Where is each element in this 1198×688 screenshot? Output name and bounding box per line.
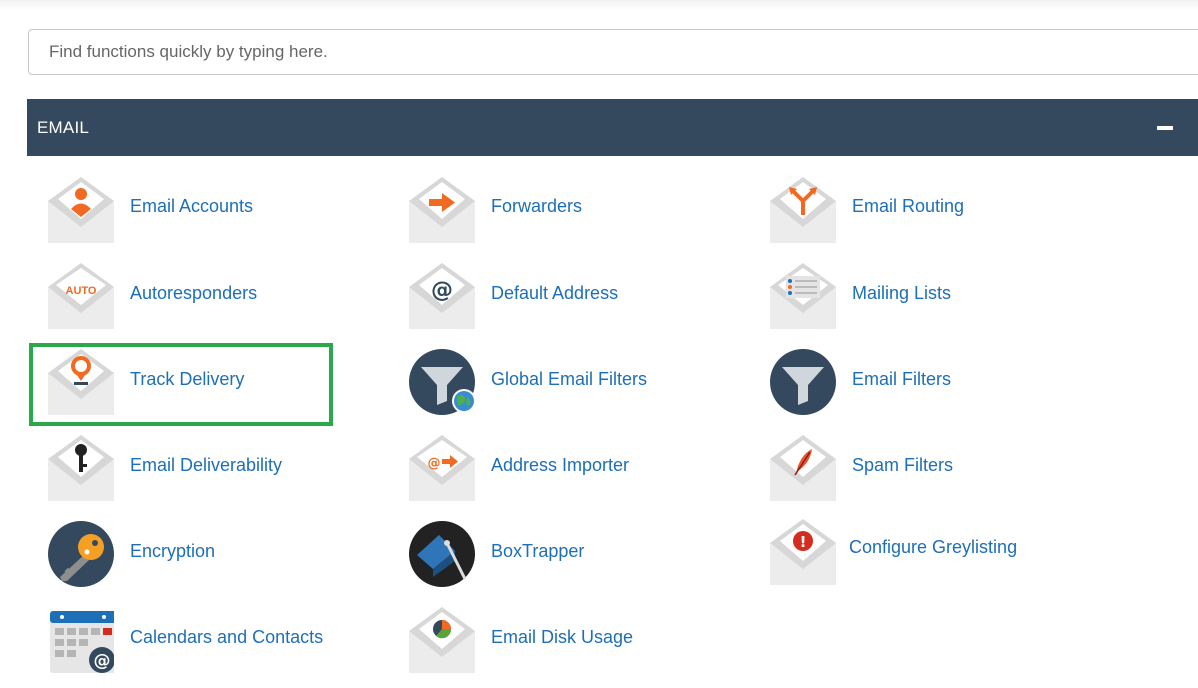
item-label: Email Deliverability bbox=[130, 455, 283, 475]
at-glyph: @ bbox=[431, 278, 453, 303]
arrow-envelope-icon bbox=[409, 177, 475, 243]
at-glyph: @ bbox=[94, 651, 111, 671]
pin-envelope-icon bbox=[48, 349, 114, 415]
item-label: Email Disk Usage bbox=[491, 627, 634, 647]
item-label: Encryption bbox=[130, 541, 216, 561]
autoresponders-item[interactable]: AUTO Autoresponders bbox=[48, 263, 288, 333]
item-label: Spam Filters bbox=[852, 455, 954, 475]
configure-greylisting-item[interactable]: ! Configure Greylisting bbox=[770, 519, 1060, 589]
item-label: BoxTrapper bbox=[491, 541, 585, 561]
import-envelope-icon: @ bbox=[409, 435, 475, 501]
item-label: Calendars and Contacts bbox=[130, 627, 324, 647]
default-address-item[interactable]: @ Default Address bbox=[409, 263, 649, 333]
alert-glyph: ! bbox=[800, 533, 807, 551]
item-label: Track Delivery bbox=[130, 369, 245, 389]
calendars-and-contacts-item[interactable]: @ Calendars and Contacts bbox=[48, 607, 368, 677]
auto-badge: AUTO bbox=[66, 285, 97, 297]
item-label: Global Email Filters bbox=[491, 369, 648, 389]
route-envelope-icon bbox=[770, 177, 836, 243]
email-deliverability-item[interactable]: Email Deliverability bbox=[48, 435, 328, 505]
item-label: Email Routing bbox=[852, 196, 965, 216]
email-accounts-item[interactable]: Email Accounts bbox=[48, 177, 288, 247]
pie-envelope-icon bbox=[409, 607, 475, 673]
feather-envelope-icon bbox=[770, 435, 836, 501]
boxtrapper-item[interactable]: BoxTrapper bbox=[409, 521, 649, 591]
global-email-filters-item[interactable]: Global Email Filters bbox=[409, 349, 679, 419]
spam-filters-item[interactable]: Spam Filters bbox=[770, 435, 1010, 505]
calendar-icon: @ bbox=[48, 607, 114, 673]
auto-envelope-icon: AUTO bbox=[48, 263, 114, 329]
encryption-item[interactable]: Encryption bbox=[48, 521, 288, 591]
forwarders-item[interactable]: Forwarders bbox=[409, 177, 649, 247]
list-envelope-icon bbox=[770, 263, 836, 329]
key-icon bbox=[48, 521, 114, 587]
item-label: Autoresponders bbox=[130, 283, 258, 303]
top-edge bbox=[0, 0, 1198, 10]
item-label: Email Filters bbox=[852, 369, 952, 389]
item-label: Address Importer bbox=[491, 455, 630, 475]
funnel-icon bbox=[770, 349, 836, 415]
user-envelope-icon bbox=[48, 177, 114, 243]
item-label: Configure Greylisting bbox=[849, 537, 1018, 557]
panel-title: EMAIL bbox=[37, 118, 90, 137]
at-glyph: @ bbox=[428, 456, 441, 471]
email-filters-item[interactable]: Email Filters bbox=[770, 349, 1010, 419]
address-importer-item[interactable]: @ Address Importer bbox=[409, 435, 669, 505]
globe-funnel-icon bbox=[409, 349, 475, 415]
key-envelope-icon bbox=[48, 435, 114, 501]
item-label: Mailing Lists bbox=[852, 283, 952, 303]
search-input[interactable] bbox=[28, 29, 1198, 75]
mailing-lists-item[interactable]: Mailing Lists bbox=[770, 263, 1010, 333]
track-delivery-item[interactable]: Track Delivery bbox=[48, 349, 288, 419]
collapse-icon[interactable] bbox=[1157, 126, 1173, 130]
item-label: Forwarders bbox=[491, 196, 583, 216]
email-routing-item[interactable]: Email Routing bbox=[770, 177, 1010, 247]
email-panel-header[interactable]: EMAIL bbox=[27, 99, 1198, 156]
at-envelope-icon: @ bbox=[409, 263, 475, 329]
alert-envelope-icon: ! bbox=[770, 519, 836, 585]
email-disk-usage-item[interactable]: Email Disk Usage bbox=[409, 607, 669, 677]
item-label: Email Accounts bbox=[130, 196, 254, 216]
trap-icon bbox=[409, 521, 475, 587]
item-label: Default Address bbox=[491, 283, 619, 303]
